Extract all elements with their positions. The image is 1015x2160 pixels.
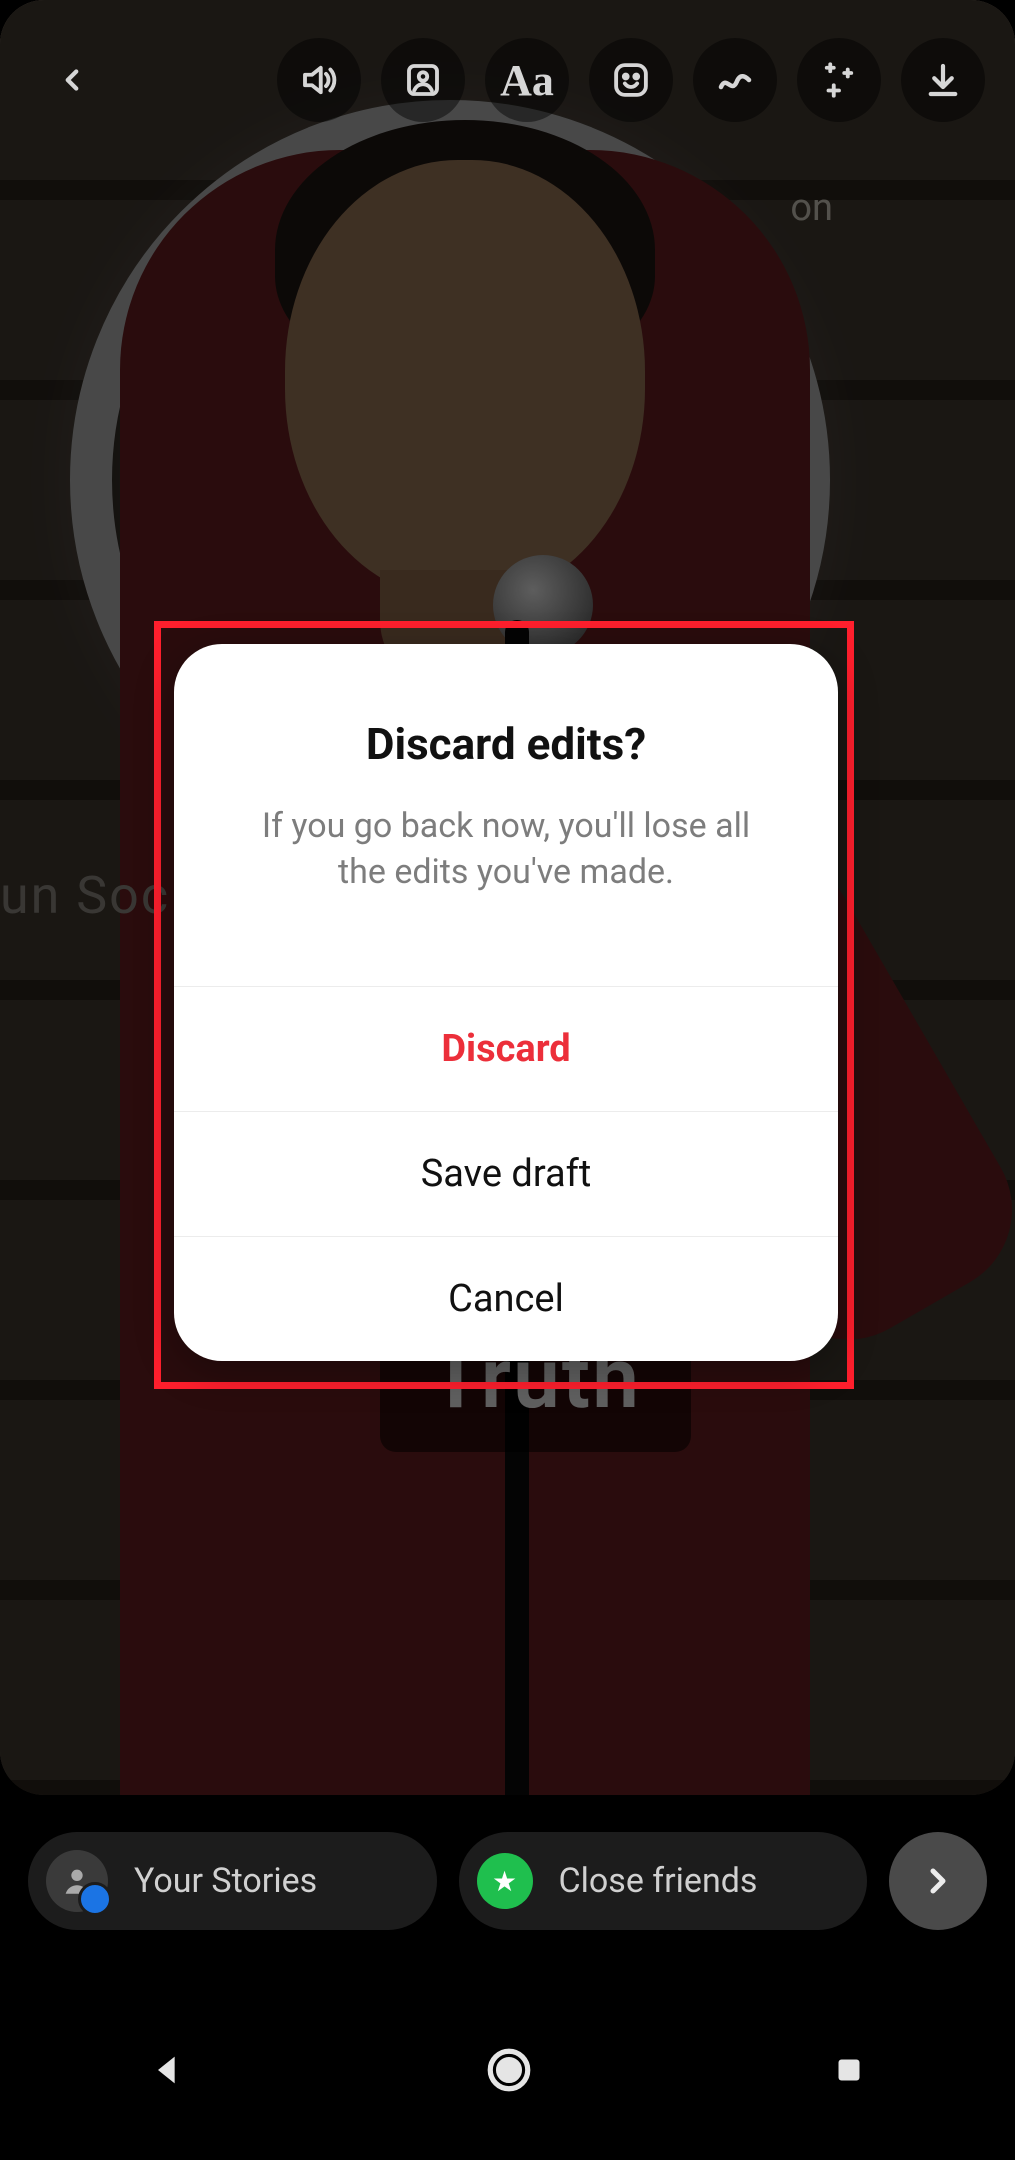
dialog-message: If you go back now, you'll lose all the … xyxy=(246,804,766,896)
facebook-badge-icon xyxy=(78,1882,112,1916)
text-tool-icon: Aa xyxy=(500,55,554,106)
save-draft-button[interactable]: Save draft xyxy=(174,1111,838,1236)
text-tool-button[interactable]: Aa xyxy=(485,38,569,122)
dialog-title: Discard edits? xyxy=(222,718,790,770)
draw-icon xyxy=(714,59,756,101)
effects-button[interactable] xyxy=(797,38,881,122)
sound-icon xyxy=(298,59,340,101)
your-stories-label: Your Stories xyxy=(134,1861,317,1901)
nav-recents-button[interactable] xyxy=(831,2052,867,2088)
close-friends-button[interactable]: ★ Close friends xyxy=(459,1832,868,1930)
avatar xyxy=(46,1850,108,1912)
watermark-left-text: un Soc xyxy=(0,865,170,926)
discard-button[interactable]: Discard xyxy=(174,986,838,1111)
discard-dialog: Discard edits? If you go back now, you'l… xyxy=(174,644,838,1361)
sound-button[interactable] xyxy=(277,38,361,122)
draw-button[interactable] xyxy=(693,38,777,122)
cancel-button[interactable]: Cancel xyxy=(174,1236,838,1361)
mention-button[interactable] xyxy=(381,38,465,122)
back-button[interactable] xyxy=(30,38,114,122)
sticker-button[interactable] xyxy=(589,38,673,122)
top-right-text: on xyxy=(790,186,833,230)
person-hair xyxy=(275,120,655,380)
your-stories-button[interactable]: Your Stories xyxy=(28,1832,437,1930)
system-nav-bar xyxy=(0,2006,1015,2134)
device-frame: un Soc on Truth Aa xyxy=(0,0,1015,2160)
share-bar: Your Stories ★ Close friends xyxy=(28,1832,987,1930)
download-icon xyxy=(922,59,964,101)
send-button[interactable] xyxy=(889,1832,987,1930)
nav-recents-icon xyxy=(831,2052,867,2088)
nav-home-icon xyxy=(484,2045,534,2095)
close-friends-star-icon: ★ xyxy=(477,1853,533,1909)
sticker-icon xyxy=(610,59,652,101)
nav-back-button[interactable] xyxy=(148,2050,188,2090)
microphone-head xyxy=(493,555,593,655)
dialog-body: Discard edits? If you go back now, you'l… xyxy=(174,644,838,986)
download-button[interactable] xyxy=(901,38,985,122)
chevron-right-icon xyxy=(918,1861,958,1901)
close-friends-label: Close friends xyxy=(559,1861,758,1901)
nav-home-button[interactable] xyxy=(484,2045,534,2095)
person-head xyxy=(285,160,645,600)
nav-back-icon xyxy=(148,2050,188,2090)
effects-icon xyxy=(818,59,860,101)
mention-icon xyxy=(402,59,444,101)
editor-toolbar: Aa xyxy=(0,38,1015,122)
back-icon xyxy=(55,63,89,97)
